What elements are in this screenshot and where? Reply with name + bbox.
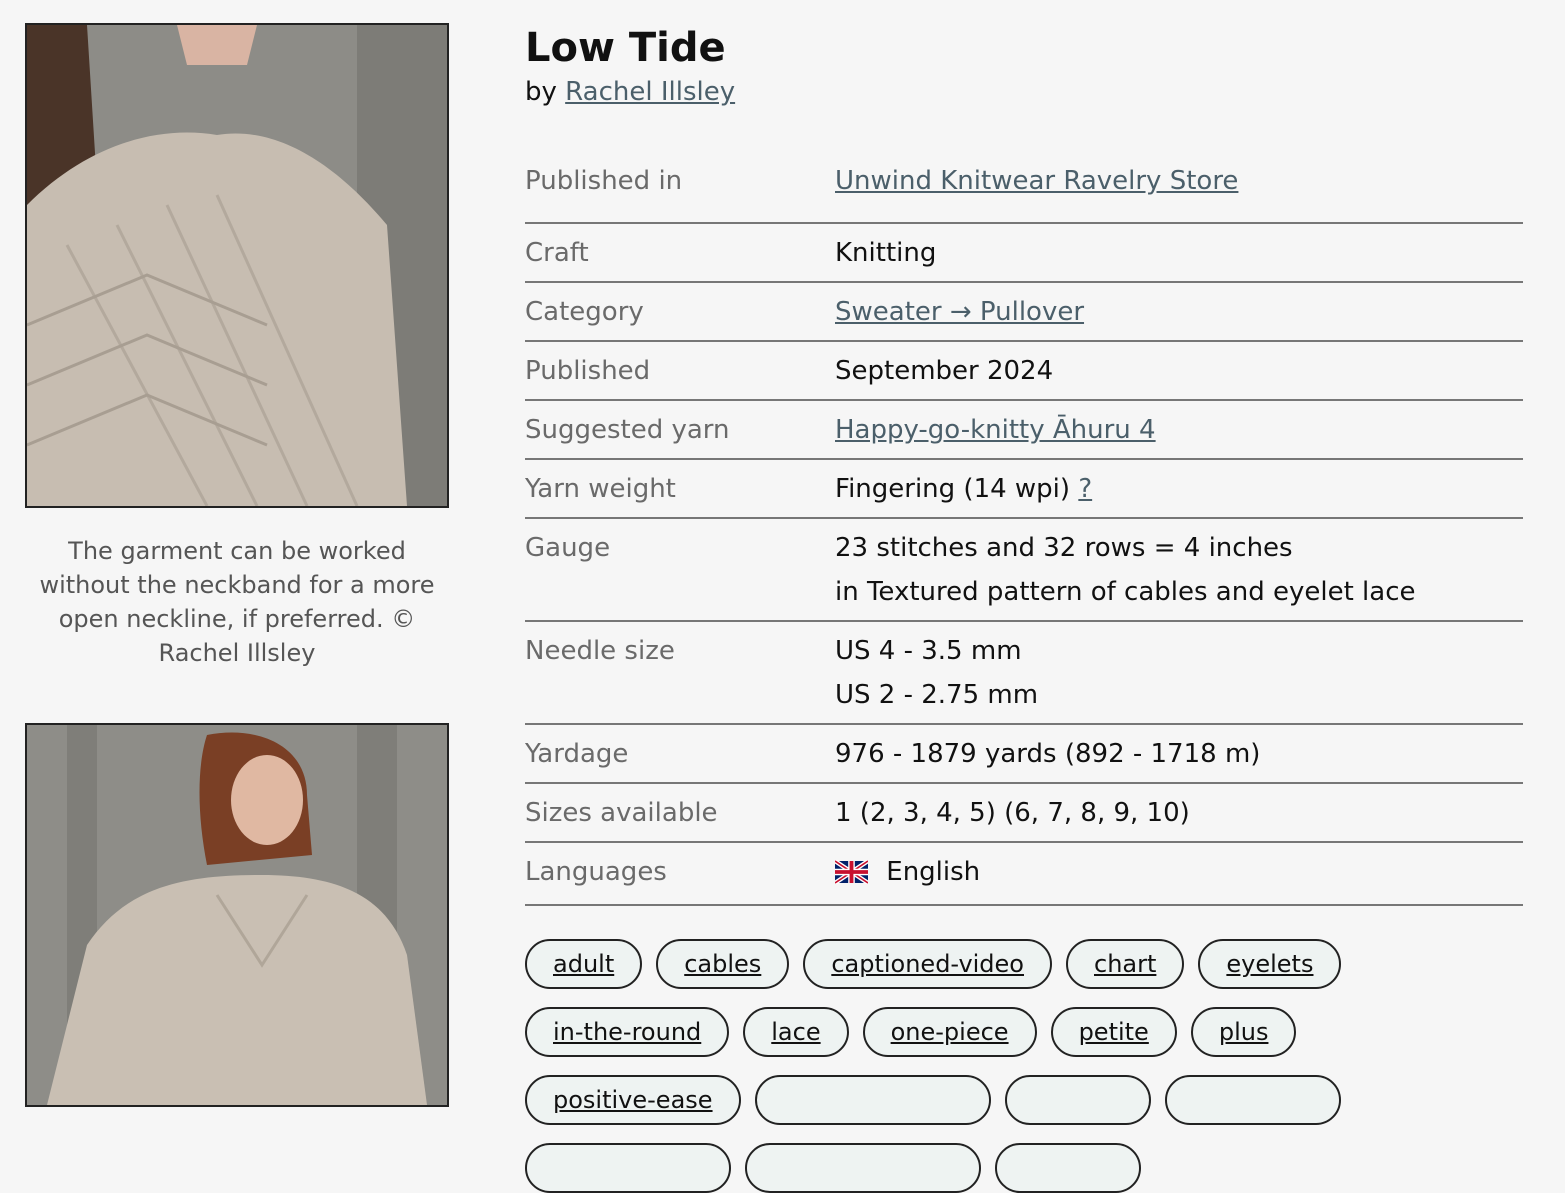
label-yardage: Yardage: [525, 739, 629, 769]
store-link[interactable]: Unwind Knitwear Ravelry Store: [835, 166, 1238, 196]
label-sizes: Sizes available: [525, 798, 718, 828]
label-category: Category: [525, 297, 644, 327]
page-title: Low Tide: [525, 25, 726, 71]
sweater-closeup-image: [27, 25, 447, 506]
tag-chip[interactable]: in-the-round: [525, 1007, 730, 1057]
pattern-details: Low Tide by Rachel Illsley Published in …: [525, 24, 1523, 1193]
row-languages: Languages English: [525, 842, 1523, 905]
value-gauge-line2: in Textured pattern of cables and eyelet…: [835, 577, 1416, 607]
tag-chip[interactable]: [754, 1075, 991, 1125]
row-yardage: Yardage 976 - 1879 yards (892 - 1718 m): [525, 724, 1523, 783]
tag-chip[interactable]: [995, 1143, 1141, 1193]
row-suggested-yarn: Suggested yarn Happy-go-knitty Āhuru 4: [525, 400, 1523, 459]
tag-chip[interactable]: positive-ease: [525, 1075, 741, 1125]
label-suggested-yarn: Suggested yarn: [525, 415, 730, 445]
value-craft: Knitting: [835, 238, 937, 268]
tag-chip[interactable]: petite: [1050, 1007, 1177, 1057]
tag-chip[interactable]: cables: [656, 939, 790, 989]
tag-chip[interactable]: [525, 1143, 731, 1193]
pattern-photo-closeup[interactable]: [25, 23, 449, 508]
label-needle-size: Needle size: [525, 636, 675, 666]
tag-list: adult cables captioned-video chart eyelets in…: [525, 939, 1523, 1193]
photo-caption: The garment can be worked without the ne…: [39, 537, 435, 667]
value-needle-line2: US 2 - 2.75 mm: [835, 680, 1039, 710]
tag-chip[interactable]: chart: [1066, 939, 1185, 989]
label-languages: Languages: [525, 857, 667, 887]
tag-chip[interactable]: one-piece: [862, 1007, 1037, 1057]
row-published: Published September 2024: [525, 341, 1523, 400]
tag-chip[interactable]: [1004, 1075, 1151, 1125]
value-languages: English: [886, 857, 981, 887]
label-yarn-weight: Yarn weight: [525, 474, 676, 504]
label-gauge: Gauge: [525, 533, 611, 563]
designer-link[interactable]: Rachel Illsley: [565, 77, 735, 107]
tag-chip[interactable]: adult: [525, 939, 643, 989]
value-needle-line1: US 4 - 3.5 mm: [835, 636, 1022, 666]
row-published-in: Published in Unwind Knitwear Ravelry Sto…: [525, 159, 1523, 223]
value-published: September 2024: [835, 356, 1054, 386]
category-link[interactable]: Sweater → Pullover: [835, 297, 1084, 327]
label-craft: Craft: [525, 238, 589, 268]
tag-chip[interactable]: eyelets: [1198, 939, 1342, 989]
label-published: Published: [525, 356, 651, 386]
tag-chip[interactable]: [745, 1143, 981, 1193]
row-craft: Craft Knitting: [525, 223, 1523, 282]
row-category: Category Sweater → Pullover: [525, 282, 1523, 341]
value-gauge-line1: 23 stitches and 32 rows = 4 inches: [835, 533, 1293, 563]
value-yardage: 976 - 1879 yards (892 - 1718 m): [835, 739, 1261, 769]
row-needle-size: Needle size US 4 - 3.5 mm US 2 - 2.75 mm: [525, 621, 1523, 724]
model-wearing-sweater-image: [27, 725, 447, 1105]
value-yarn-weight: Fingering (14 wpi): [835, 474, 1071, 504]
tag-chip[interactable]: [1164, 1075, 1341, 1125]
photo-column: The garment can be worked without the ne…: [25, 23, 449, 1107]
uk-flag-icon: [833, 854, 870, 898]
yarn-link[interactable]: Happy-go-knitty Āhuru 4: [835, 415, 1156, 445]
row-sizes: Sizes available 1 (2, 3, 4, 5) (6, 7, 8,…: [525, 783, 1523, 842]
yarn-weight-help-link[interactable]: ?: [1078, 474, 1092, 504]
row-gauge: Gauge 23 stitches and 32 rows = 4 inches…: [525, 518, 1523, 621]
label-published-in: Published in: [525, 166, 683, 196]
details-table: Published in Unwind Knitwear Ravelry Sto…: [525, 159, 1523, 906]
pattern-photo-model[interactable]: [25, 723, 449, 1107]
row-yarn-weight: Yarn weight Fingering (14 wpi) ?: [525, 459, 1523, 518]
byline: by Rachel Illsley: [525, 72, 1523, 112]
value-sizes: 1 (2, 3, 4, 5) (6, 7, 8, 9, 10): [835, 798, 1190, 828]
tag-chip[interactable]: captioned-video: [803, 939, 1052, 989]
tag-chip[interactable]: plus: [1190, 1007, 1297, 1057]
tag-chip[interactable]: lace: [743, 1007, 849, 1057]
byline-prefix: by: [525, 77, 557, 107]
